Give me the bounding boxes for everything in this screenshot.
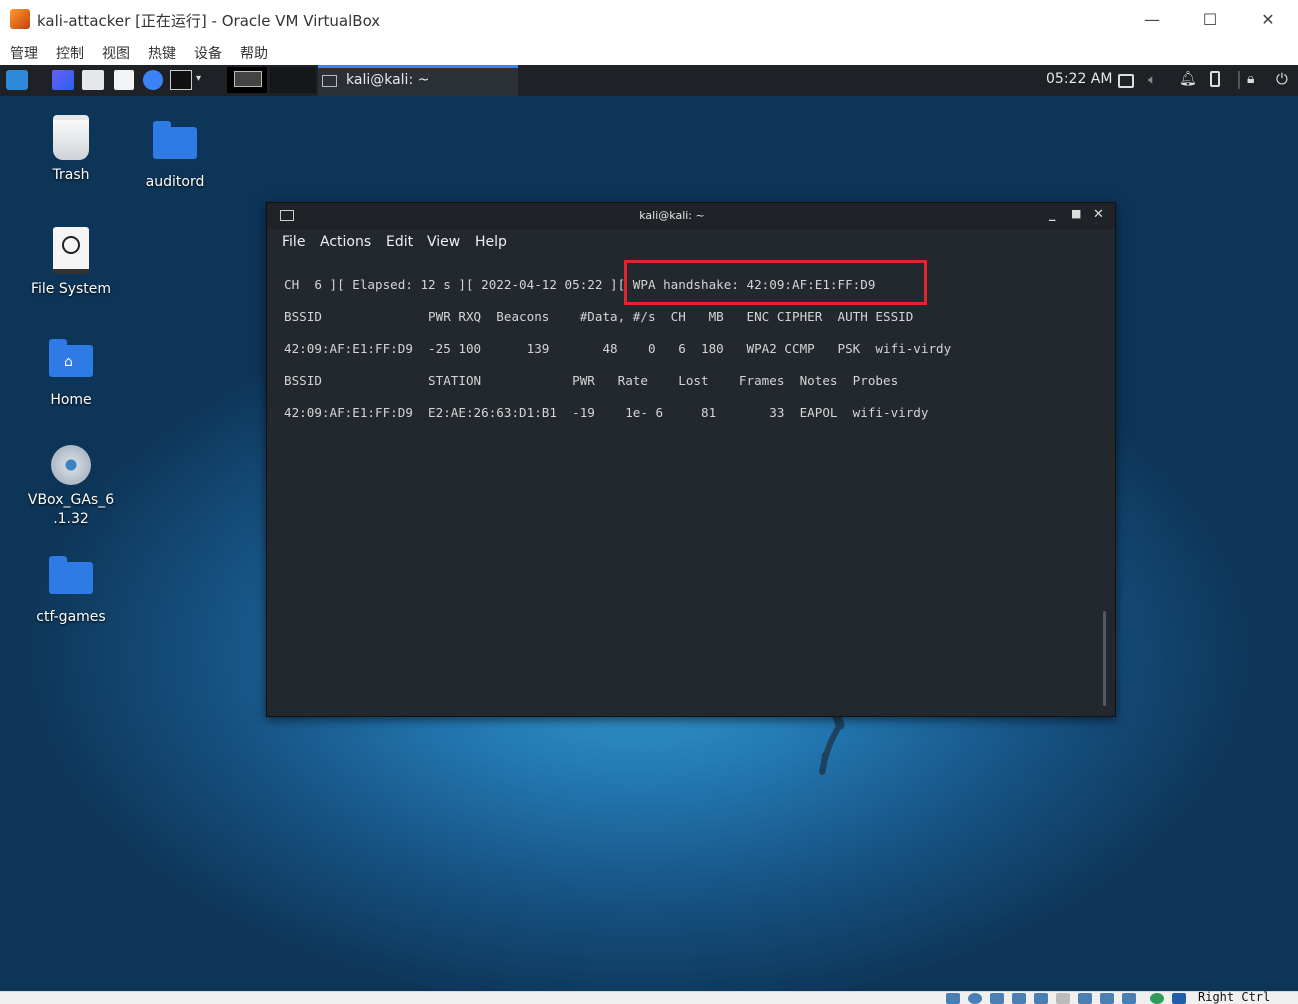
audio-icon[interactable] <box>990 993 1004 1004</box>
menu-help[interactable]: 帮助 <box>240 43 268 63</box>
host-menubar: 管理 控制 视图 热键 设备 帮助 <box>0 40 1298 65</box>
terminal-icon <box>322 75 337 87</box>
battery-icon[interactable] <box>1210 71 1220 87</box>
display-status-icon[interactable] <box>1078 993 1092 1004</box>
desktop-icon-home[interactable]: ⌂ Home <box>11 339 131 410</box>
display-icon[interactable] <box>1118 74 1134 88</box>
optical-drive-icon[interactable] <box>968 993 982 1004</box>
minimize-button[interactable]: — <box>1132 5 1172 35</box>
host-titlebar: kali-attacker [正在运行] - Oracle VM Virtual… <box>0 0 1298 40</box>
network-icon[interactable] <box>1012 993 1026 1004</box>
vm-state-icon[interactable] <box>1122 993 1136 1004</box>
taskbar-terminal-task[interactable]: kali@kali: ~ <box>318 65 518 96</box>
web-browser-icon[interactable] <box>143 70 163 90</box>
desktop-icon-label: Trash <box>52 167 90 183</box>
panel-separator <box>1238 71 1240 89</box>
terminal-output[interactable]: CH 6 ][ Elapsed: 12 s ][ 2022-04-12 05:2… <box>267 257 1115 715</box>
terminal-menu-help[interactable]: Help <box>475 234 507 250</box>
ap-table-row: 42:09:AF:E1:FF:D9 -25 100 139 48 0 6 180… <box>284 341 952 356</box>
notification-bell-icon[interactable]: 🔔︎ <box>1179 71 1197 91</box>
drive-icon <box>53 227 89 274</box>
host-key-label: Right Ctrl <box>1198 990 1271 1004</box>
text-editor-icon[interactable] <box>114 70 134 90</box>
host-window-title: kali-attacker [正在运行] - Oracle VM Virtual… <box>37 12 381 30</box>
guest-desktop: ▾ kali@kali: ~ 05:22 AM 🔈︎ 🔔︎ 🔒︎ ⏻ Trash… <box>0 65 1298 991</box>
terminal-window[interactable]: kali@kali: ~ _ ■ ✕ File Actions Edit Vie… <box>266 202 1116 717</box>
terminal-titlebar[interactable]: kali@kali: ~ _ ■ ✕ <box>267 203 1115 229</box>
handshake-highlight-box <box>624 260 927 305</box>
hard-disk-icon[interactable] <box>946 993 960 1004</box>
desktop-icon-trash[interactable]: Trash <box>11 115 131 185</box>
menu-control[interactable]: 控制 <box>56 43 84 63</box>
menu-devices[interactable]: 设备 <box>194 43 222 63</box>
station-table-row: 42:09:AF:E1:FF:D9 E2:AE:26:63:D1:B1 -19 … <box>284 405 929 420</box>
lock-icon[interactable]: 🔒︎ <box>1247 71 1254 91</box>
mouse-integration-icon[interactable] <box>1150 993 1164 1004</box>
menu-view[interactable]: 视图 <box>102 43 130 63</box>
close-button[interactable]: ✕ <box>1248 5 1288 35</box>
terminal-scrollbar[interactable] <box>1103 611 1106 706</box>
desktop-icon-auditord[interactable]: auditord <box>115 121 235 192</box>
workspace-1[interactable] <box>227 67 267 93</box>
terminal-maximize-button[interactable]: ■ <box>1071 207 1081 220</box>
panel-clock[interactable]: 05:22 AM <box>1046 71 1112 87</box>
maximize-button[interactable]: ☐ <box>1190 5 1230 35</box>
workspace-2[interactable] <box>270 67 316 93</box>
terminal-close-button[interactable]: ✕ <box>1093 207 1104 222</box>
logout-icon[interactable]: ⏻ <box>1276 70 1288 90</box>
volume-icon[interactable]: 🔈︎ <box>1148 72 1156 92</box>
terminal-menu-view[interactable]: View <box>427 234 460 250</box>
desktop-icon-ctf-games[interactable]: ctf-games <box>11 556 131 627</box>
usb-icon[interactable] <box>1034 993 1048 1004</box>
ap-table-header: BSSID PWR RXQ Beacons #Data, #/s CH MB E… <box>284 309 914 324</box>
terminal-menubar: File Actions Edit View Help <box>267 229 1115 257</box>
desktop-icon-file-system[interactable]: File System <box>11 227 131 299</box>
shared-folders-icon[interactable] <box>1056 993 1070 1004</box>
top-panel: ▾ kali@kali: ~ 05:22 AM 🔈︎ 🔔︎ 🔒︎ ⏻ <box>0 65 1298 96</box>
trash-icon <box>53 115 89 160</box>
terminal-minimize-button[interactable]: _ <box>1049 207 1056 222</box>
home-folder-icon: ⌂ <box>49 339 93 377</box>
chevron-down-icon[interactable]: ▾ <box>196 73 208 85</box>
terminal-menu-file[interactable]: File <box>282 234 305 250</box>
desktop-icon-label: ctf-games <box>36 609 106 625</box>
virtualbox-app-icon <box>10 9 30 29</box>
show-desktop-icon[interactable] <box>52 70 74 90</box>
kali-menu-icon[interactable] <box>6 70 28 90</box>
station-table-header: BSSID STATION PWR Rate Lost Frames Notes… <box>284 373 899 388</box>
menu-hotkeys[interactable]: 热键 <box>148 43 176 63</box>
keyboard-capture-icon[interactable] <box>1172 993 1186 1004</box>
menu-manage[interactable]: 管理 <box>10 43 38 63</box>
terminal-menu-actions[interactable]: Actions <box>320 234 371 250</box>
cd-icon <box>51 445 91 485</box>
desktop-icon-label: auditord <box>145 174 205 190</box>
file-manager-icon[interactable] <box>82 70 104 90</box>
folder-icon <box>49 556 93 594</box>
terminal-menu-edit[interactable]: Edit <box>386 234 413 250</box>
desktop-icon-label: Home <box>50 392 92 408</box>
terminal-launcher-icon[interactable] <box>170 70 192 90</box>
terminal-title: kali@kali: ~ <box>639 209 705 222</box>
desktop-icon-label: File System <box>30 281 112 297</box>
taskbar-task-label: kali@kali: ~ <box>346 72 430 88</box>
host-statusbar: Right Ctrl <box>0 990 1298 1004</box>
desktop-icon-label: VBox_GAs_6 .1.32 <box>27 492 115 527</box>
folder-icon <box>153 121 197 159</box>
video-capture-icon[interactable] <box>1100 993 1114 1004</box>
desktop-icon-vbox-gas[interactable]: VBox_GAs_6 .1.32 <box>11 445 131 529</box>
